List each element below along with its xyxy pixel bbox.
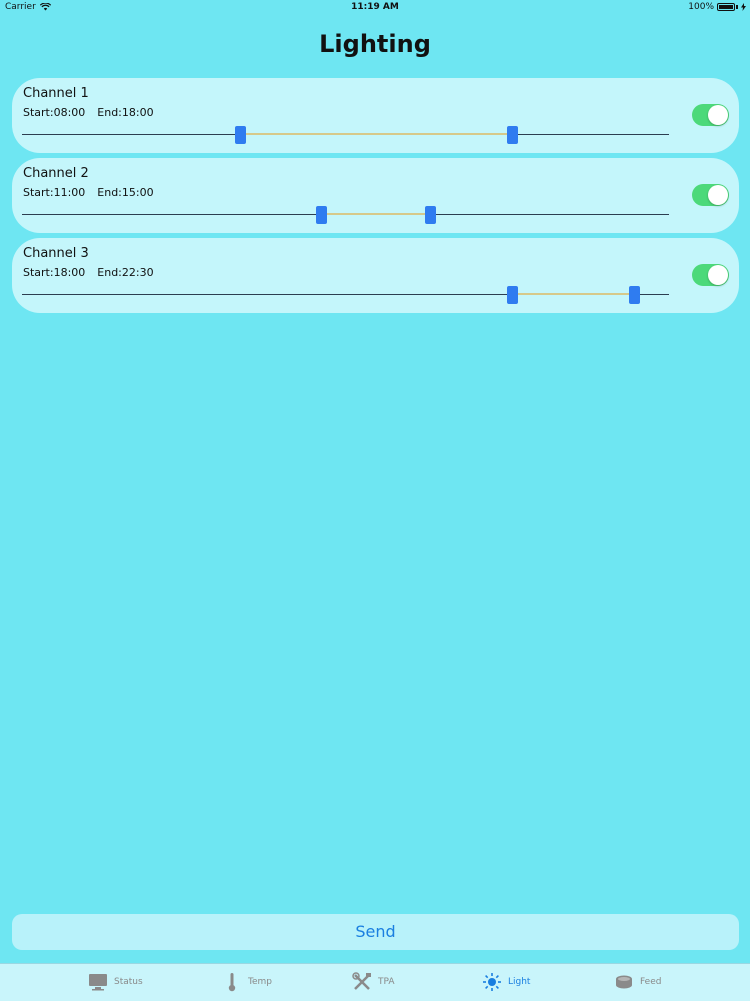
tab-label: TPA bbox=[378, 977, 395, 987]
end-handle[interactable] bbox=[629, 286, 640, 304]
selected-range bbox=[241, 133, 513, 135]
start-time: Start:08:00 bbox=[23, 106, 86, 119]
start-time: Start:11:00 bbox=[23, 186, 86, 199]
sun-icon bbox=[482, 972, 502, 992]
tab-label: Light bbox=[508, 977, 531, 987]
selected-range bbox=[322, 213, 431, 215]
battery-indicator: 100% bbox=[688, 2, 746, 12]
clock: 11:19 AM bbox=[351, 2, 399, 12]
channel-times: Start:11:00 End:15:00 bbox=[23, 186, 154, 199]
channel-card-2: Channel 2 Start:11:00 End:15:00 bbox=[12, 158, 739, 233]
battery-icon bbox=[717, 3, 735, 11]
tab-label: Temp bbox=[248, 977, 272, 987]
tab-status[interactable]: Status bbox=[88, 972, 143, 992]
end-time: End:18:00 bbox=[97, 106, 154, 119]
feeder-icon bbox=[614, 972, 634, 992]
page-title: Lighting bbox=[319, 30, 431, 58]
send-button[interactable]: Send bbox=[12, 914, 739, 950]
thermometer-icon bbox=[222, 972, 242, 992]
battery-tip bbox=[736, 5, 738, 9]
channel-name: Channel 2 bbox=[23, 166, 89, 181]
end-time: End:22:30 bbox=[97, 266, 154, 279]
toggle-knob bbox=[708, 105, 728, 125]
toggle-knob bbox=[708, 185, 728, 205]
selected-range bbox=[513, 293, 635, 295]
start-handle[interactable] bbox=[316, 206, 327, 224]
channel-name: Channel 3 bbox=[23, 246, 89, 261]
tools-icon bbox=[352, 972, 372, 992]
end-handle[interactable] bbox=[425, 206, 436, 224]
toggle-knob bbox=[708, 265, 728, 285]
tab-label: Status bbox=[114, 977, 143, 987]
start-handle[interactable] bbox=[235, 126, 246, 144]
tab-label: Feed bbox=[640, 977, 662, 987]
channel-card-3: Channel 3 Start:18:00 End:22:30 bbox=[12, 238, 739, 313]
channel-times: Start:08:00 End:18:00 bbox=[23, 106, 154, 119]
channel-times: Start:18:00 End:22:30 bbox=[23, 266, 154, 279]
tab-bar: Status Temp TPA Light Feed bbox=[0, 963, 750, 1001]
status-bar: Carrier 11:19 AM 100% bbox=[0, 0, 750, 16]
tab-feed[interactable]: Feed bbox=[614, 972, 661, 992]
channel-toggle[interactable] bbox=[692, 104, 729, 126]
battery-percentage: 100% bbox=[688, 2, 714, 12]
end-time: End:15:00 bbox=[97, 186, 154, 199]
start-time: Start:18:00 bbox=[23, 266, 86, 279]
charging-icon bbox=[741, 3, 746, 11]
channel-card-1: Channel 1 Start:08:00 End:18:00 bbox=[12, 78, 739, 153]
tab-temp[interactable]: Temp bbox=[222, 972, 272, 992]
channel-toggle[interactable] bbox=[692, 184, 729, 206]
channel-toggle[interactable] bbox=[692, 264, 729, 286]
tab-light[interactable]: Light bbox=[482, 972, 530, 992]
end-handle[interactable] bbox=[507, 126, 518, 144]
monitor-icon bbox=[88, 972, 108, 992]
tab-tpa[interactable]: TPA bbox=[352, 972, 395, 992]
channel-name: Channel 1 bbox=[23, 86, 89, 101]
start-handle[interactable] bbox=[507, 286, 518, 304]
